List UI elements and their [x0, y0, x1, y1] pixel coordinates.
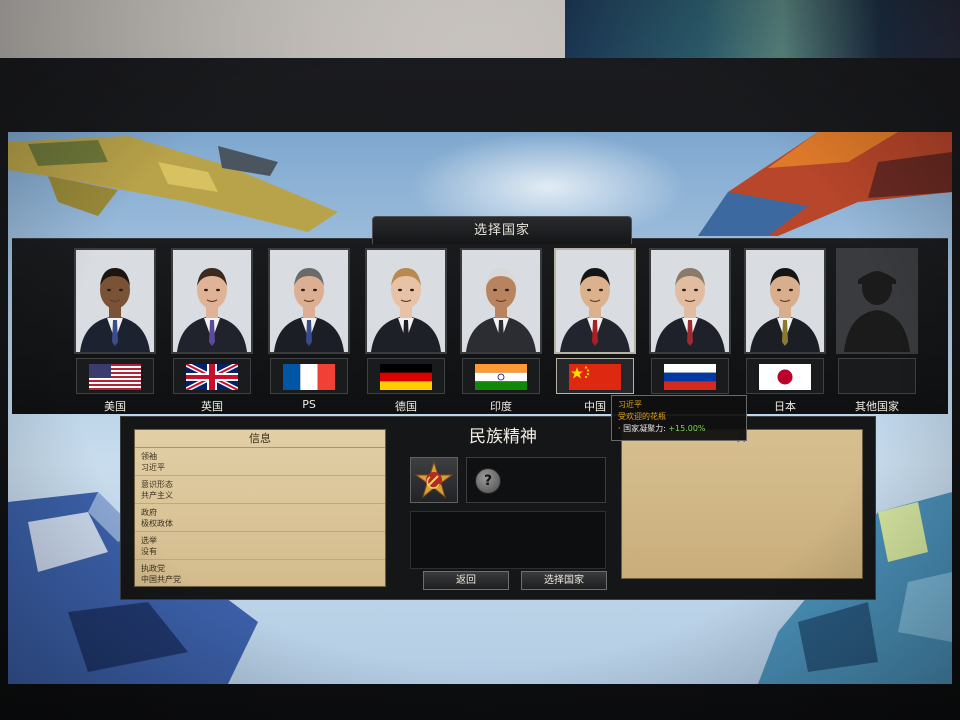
flag-russia-icon: [651, 358, 729, 394]
country-card[interactable]: 其他国家: [836, 248, 918, 414]
description-panel: 介: [621, 429, 863, 579]
flag-slot-empty: [838, 358, 916, 394]
country-card[interactable]: PS: [268, 248, 350, 414]
country-name: 其他国家: [855, 400, 899, 413]
country-name: 日本: [774, 400, 796, 413]
country-name: PS: [302, 398, 316, 411]
hammer-sickle-star-icon[interactable]: [410, 457, 458, 503]
national-spirit-slot: ?: [466, 457, 606, 503]
country-card[interactable]: [649, 248, 731, 414]
leader-portrait[interactable]: [74, 248, 156, 354]
info-row-leader: 领袖 习近平: [135, 448, 385, 476]
fighter-jet-orange: [698, 132, 952, 236]
fighter-jet-yellow: [8, 136, 338, 232]
tooltip-effect-value: +15.00%: [668, 424, 706, 433]
leader-portrait[interactable]: [365, 248, 447, 354]
national-spirit-title: 民族精神: [469, 427, 537, 447]
flag-china-icon: [556, 358, 634, 394]
help-icon[interactable]: ?: [475, 468, 501, 494]
background-poster: [565, 0, 960, 62]
info-value: 极权政体: [141, 519, 173, 528]
country-card[interactable]: 日本: [744, 248, 826, 414]
info-row-government: 政府 极权政体: [135, 504, 385, 532]
flag-france-icon: [270, 358, 348, 394]
leader-portrait[interactable]: [460, 248, 542, 354]
country-card[interactable]: 美国: [74, 248, 156, 414]
info-key: 执政党: [141, 564, 165, 573]
country-card[interactable]: 印度: [460, 248, 542, 414]
flag-usa-icon: [76, 358, 154, 394]
flag-india-icon: [462, 358, 540, 394]
tooltip-leader-name: 习近平: [618, 400, 642, 409]
select-country-button[interactable]: 选择国家: [521, 571, 607, 590]
country-detail-panel: 信息 领袖 习近平 意识形态 共产主义 政府 极权政体 选举 没有 执政党 中国…: [120, 416, 876, 600]
info-key: 意识形态: [141, 480, 173, 489]
back-button[interactable]: 返回: [423, 571, 509, 590]
country-card[interactable]: 英国: [171, 248, 253, 414]
national-spirit-details: [410, 511, 606, 569]
photo-of-monitor: 选择国家 美国 英国 PS 德国 印度 中国日本 其他国家 信息 领袖 习近平 意识形态 共…: [0, 0, 960, 720]
tooltip-effect-label: · 国家凝聚力:: [618, 424, 666, 433]
game-screen: 选择国家 美国 英国 PS 德国 印度 中国日本 其他国家 信息 领袖 习近平 意识形态 共…: [8, 132, 952, 684]
flag-japan-icon: [746, 358, 824, 394]
leader-portrait[interactable]: [268, 248, 350, 354]
flag-uk-icon: [173, 358, 251, 394]
info-title: 信息: [135, 430, 385, 448]
country-name: 印度: [490, 400, 512, 413]
info-row-elections: 选举 没有: [135, 532, 385, 560]
info-panel: 信息 领袖 习近平 意识形态 共产主义 政府 极权政体 选举 没有 执政党 中国…: [134, 429, 386, 587]
info-value: 没有: [141, 547, 157, 556]
country-card[interactable]: 中国: [554, 248, 636, 414]
info-key: 政府: [141, 508, 157, 517]
info-value: 中国共产党: [141, 575, 181, 584]
info-key: 选举: [141, 536, 157, 545]
info-row-ruling-party: 执政党 中国共产党: [135, 560, 385, 588]
screen-title: 选择国家: [372, 216, 632, 244]
country-card[interactable]: 德国: [365, 248, 447, 414]
country-name: 英国: [201, 400, 223, 413]
info-value: 共产主义: [141, 491, 173, 500]
country-name: 美国: [104, 400, 126, 413]
tooltip-trait: 受欢迎的花瓶: [618, 412, 666, 421]
leader-portrait[interactable]: [744, 248, 826, 354]
country-name: 德国: [395, 400, 417, 413]
leader-portrait[interactable]: [171, 248, 253, 354]
leader-portrait[interactable]: [836, 248, 918, 354]
info-row-ideology: 意识形态 共产主义: [135, 476, 385, 504]
flag-germany-icon: [367, 358, 445, 394]
info-value: 习近平: [141, 463, 165, 472]
leader-portrait[interactable]: [554, 248, 636, 354]
tooltip-effect: · 国家凝聚力: +15.00%: [618, 423, 740, 435]
info-key: 领袖: [141, 452, 157, 461]
leader-portrait[interactable]: [649, 248, 731, 354]
leader-tooltip: 习近平 受欢迎的花瓶 · 国家凝聚力: +15.00%: [611, 395, 747, 441]
